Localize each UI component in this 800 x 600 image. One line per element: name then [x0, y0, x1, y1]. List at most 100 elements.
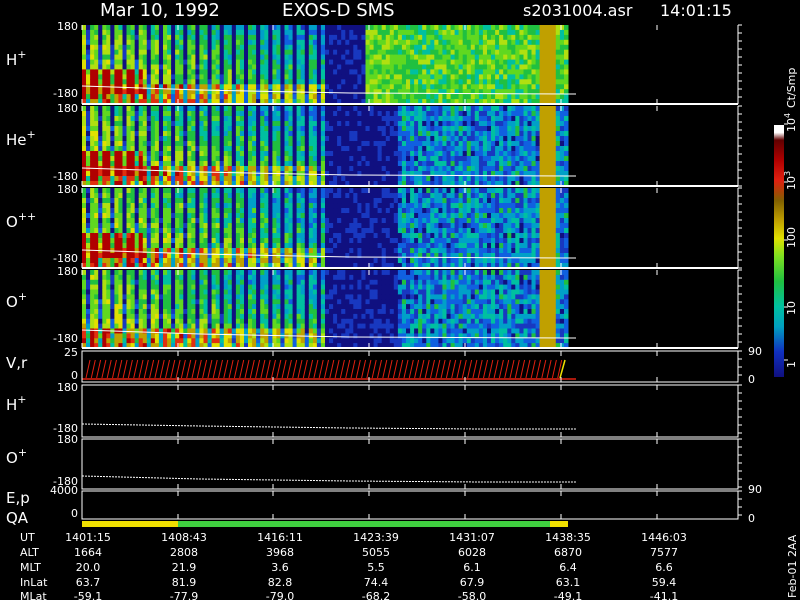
heat-cell	[203, 74, 208, 80]
heat-cell	[82, 25, 87, 31]
heat-cell	[499, 94, 504, 100]
heat-cell	[527, 59, 532, 65]
heat-cell	[442, 94, 447, 100]
heat-cell	[102, 34, 107, 41]
heat-cell	[345, 208, 350, 214]
heat-cell	[134, 198, 140, 204]
heat-cell	[150, 111, 156, 117]
heat-cell	[422, 136, 427, 142]
heat-cell	[130, 126, 136, 132]
heat-cell	[337, 25, 342, 31]
heat-cell	[167, 89, 172, 95]
heat-cell	[511, 146, 516, 152]
heat-cell	[369, 34, 375, 41]
heat-cell	[199, 59, 204, 65]
heat-cell	[495, 74, 500, 80]
heat-cell	[446, 54, 451, 60]
heat-cell	[397, 136, 403, 142]
heat-cell	[434, 64, 439, 70]
heat-cell	[227, 54, 233, 60]
heat-cell	[353, 94, 358, 100]
heat-cell	[126, 49, 131, 56]
heat-cell	[199, 94, 204, 100]
heat-cell	[106, 74, 111, 80]
heat-cell	[446, 116, 451, 122]
heat-cell	[106, 94, 111, 100]
heat-cell	[138, 228, 144, 234]
heat-cell	[90, 39, 95, 46]
heat-cell	[478, 126, 484, 132]
heat-cell	[316, 238, 322, 244]
heat-cell	[288, 94, 293, 100]
heat-cell	[215, 208, 221, 214]
heat-cell	[252, 84, 257, 90]
heat-cell	[551, 121, 557, 127]
heat-cell	[559, 141, 565, 147]
heat-cell	[187, 121, 192, 127]
heat-cell	[527, 136, 532, 142]
heat-cell	[146, 79, 152, 85]
heat-cell	[223, 44, 229, 51]
heat-cell	[256, 198, 261, 204]
heat-cell	[235, 203, 241, 209]
heat-cell	[211, 238, 217, 244]
heat-cell	[179, 39, 184, 46]
heat-cell	[345, 25, 350, 31]
heat-cell	[150, 228, 156, 234]
heat-cell	[312, 25, 318, 31]
heat-cell	[341, 233, 346, 239]
heat-cell	[244, 146, 249, 152]
heat-cell	[284, 49, 289, 56]
heat-cell	[426, 161, 431, 167]
heat-cell	[146, 111, 152, 117]
heat-cell	[86, 243, 91, 249]
heat-cell	[211, 258, 217, 264]
heat-cell	[114, 228, 119, 234]
heat-cell	[385, 151, 391, 157]
heat-cell	[268, 258, 273, 264]
heat-cell	[308, 166, 314, 172]
heat-cell	[146, 126, 152, 132]
heat-cell	[547, 49, 553, 56]
heat-cell	[304, 69, 310, 75]
heat-cell	[102, 131, 107, 137]
heat-cell	[110, 193, 115, 199]
heat-cell	[470, 106, 476, 112]
heat-cell	[325, 161, 330, 167]
heat-cell	[418, 131, 423, 137]
heat-cell	[543, 146, 549, 152]
heat-cell	[138, 44, 144, 51]
heat-cell	[171, 223, 176, 229]
heat-cell	[215, 131, 221, 137]
heat-cell	[329, 44, 334, 51]
heat-cell	[316, 188, 322, 194]
heat-cell	[300, 59, 306, 65]
heat-cell	[142, 116, 148, 122]
heat-cell	[414, 156, 419, 162]
heat-cell	[203, 218, 208, 224]
heat-cell	[462, 151, 468, 157]
heat-cell	[264, 89, 269, 95]
heat-cell	[94, 243, 99, 249]
heat-cell	[316, 116, 322, 122]
heat-cell	[260, 176, 265, 182]
heat-cell	[381, 25, 387, 31]
heat-cell	[130, 131, 136, 137]
heat-cell	[410, 44, 415, 51]
heat-cell	[203, 121, 208, 127]
heat-cell	[519, 79, 524, 85]
heat-cell	[466, 141, 472, 147]
heat-cell	[163, 228, 168, 234]
heat-cell	[329, 171, 334, 177]
heat-cell	[219, 131, 225, 137]
heat-cell	[219, 161, 225, 167]
heat-cell	[304, 44, 310, 51]
heat-cell	[349, 161, 354, 167]
heat-cell	[215, 126, 221, 132]
heat-cell	[381, 29, 387, 36]
heat-cell	[458, 25, 464, 31]
heat-cell	[82, 106, 87, 112]
heat-cell	[523, 29, 528, 36]
heat-cell	[114, 156, 119, 162]
heat-cell	[134, 34, 140, 41]
